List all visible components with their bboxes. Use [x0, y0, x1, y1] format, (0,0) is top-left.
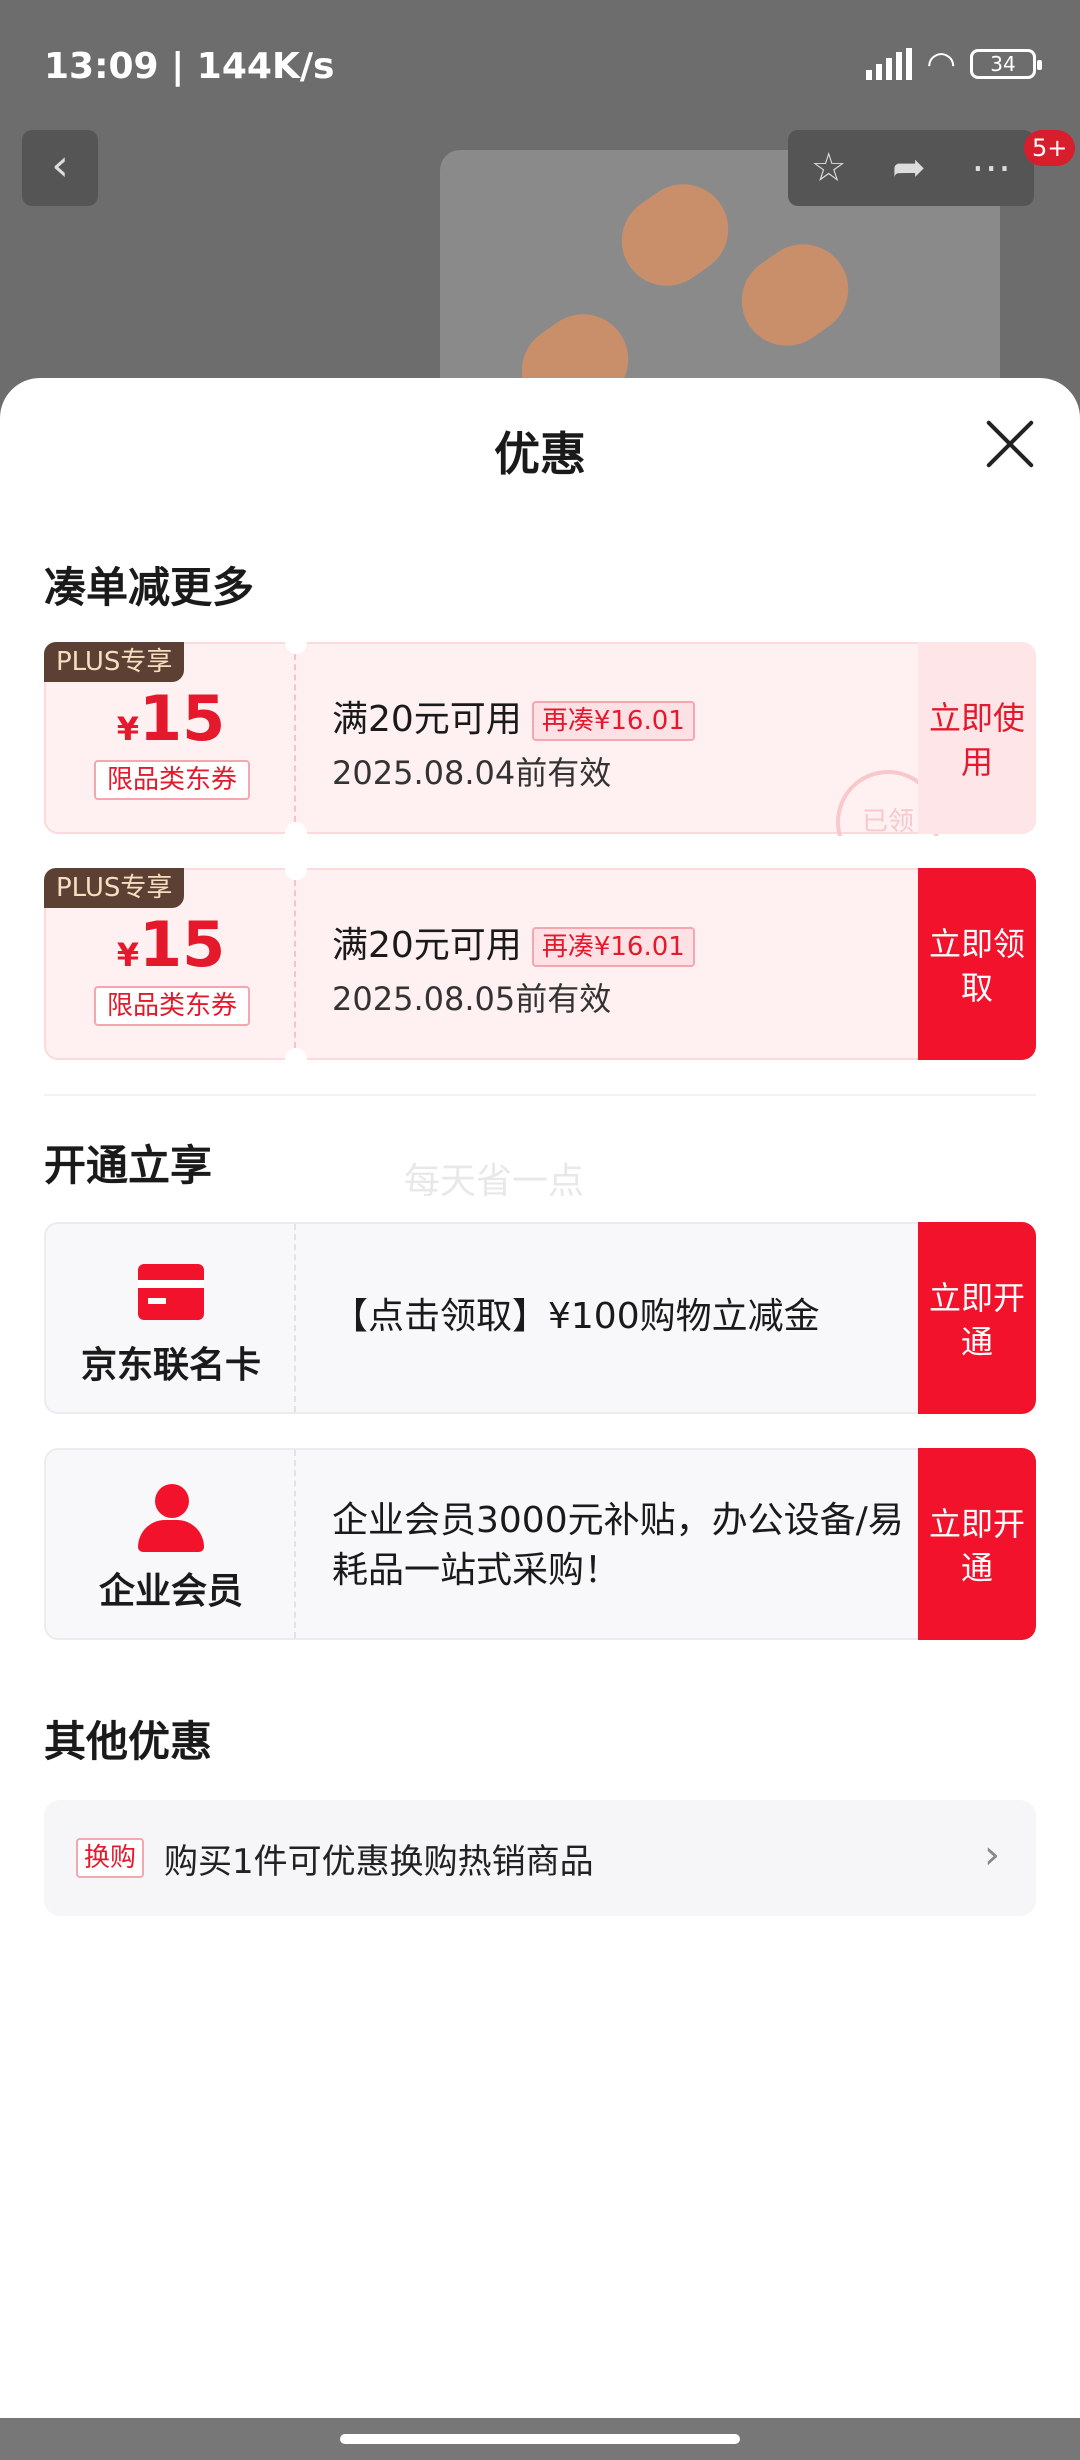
wifi-icon: ◠ [926, 44, 956, 84]
coupon-category: 限品类东券 [94, 760, 250, 800]
section-title-open: 开通立享 [44, 1141, 213, 1190]
coupon-price: ¥15 [46, 908, 296, 981]
trade-in-offer-row[interactable]: 换购 购买1件可优惠换购热销商品 › [44, 1800, 1036, 1916]
co-branded-card-offer[interactable]: 京东联名卡 【点击领取】¥100购物立减金 立即开通 [44, 1222, 1036, 1414]
chevron-right-icon: › [984, 1832, 1000, 1878]
more-icon[interactable]: ⋯ [971, 145, 1011, 191]
condition-text: 满20元可用 [332, 925, 522, 966]
ticket-notch [285, 858, 307, 880]
trade-in-text: 购买1件可优惠换购热销商品 [164, 1842, 594, 1882]
claim-now-button[interactable]: 立即领取 [918, 868, 1036, 1060]
status-icons: ◠ 34 [866, 44, 1042, 84]
coupon-expiry: 2025.08.04前有效 [332, 754, 612, 792]
coupon-card: PLUS专享 ¥15 限品类东券 满20元可用 再凑¥16.01 2025.08.… [44, 858, 1036, 1070]
section-divider [44, 1094, 1036, 1096]
coupon-card: PLUS专享 ¥15 限品类东券 满20元可用 再凑¥16.01 2025.08.… [44, 632, 1036, 844]
use-now-button[interactable]: 立即使用 [918, 642, 1036, 834]
coupon-left: PLUS专享 ¥15 限品类东券 [44, 642, 296, 832]
sheet-title: 优惠 [494, 427, 586, 481]
section-title-more: 凑单减更多 [44, 563, 255, 612]
coupon-amount: 15 [138, 682, 226, 755]
credit-card-icon [138, 1264, 204, 1320]
add-more-tag: 再凑¥16.01 [531, 701, 695, 741]
product-pad [604, 166, 746, 304]
ticket-notch [285, 1048, 307, 1070]
discount-sheet: 优惠 凑单减更多 PLUS专享 ¥15 限品类东券 满20元可用 再凑¥16.01… [0, 378, 1080, 2418]
enterprise-member-offer[interactable]: 企业会员 企业会员3000元补贴，办公设备/易耗品一站式采购！ 立即开通 [44, 1448, 1036, 1640]
currency-symbol: ¥ [116, 936, 139, 974]
signal-icon [866, 48, 913, 80]
condition-text: 满20元可用 [332, 699, 522, 740]
activate-button[interactable]: 立即开通 [918, 1448, 1036, 1640]
status-bar: 13:09 | 144K/s ◠ 34 [0, 0, 1080, 130]
coupon-amount: 15 [138, 908, 226, 981]
battery-icon: 34 [970, 49, 1042, 79]
message-badge: 5+ [1024, 130, 1076, 166]
coupon-price: ¥15 [46, 682, 296, 755]
coupon-left: PLUS专享 ¥15 限品类东券 [44, 868, 296, 1058]
coupon-condition: 满20元可用 再凑¥16.01 [332, 690, 695, 742]
coupon-condition: 满20元可用 再凑¥16.01 [332, 916, 695, 968]
back-button[interactable]: ‹ [22, 130, 98, 206]
ticket-notch [285, 822, 307, 844]
offer-description: 【点击领取】¥100购物立减金 [332, 1296, 820, 1337]
offer-description: 企业会员3000元补贴，办公设备/易耗品一站式采购！ [332, 1500, 904, 1591]
plus-exclusive-badge: PLUS专享 [44, 868, 185, 908]
offer-label: 京东联名卡 [80, 1345, 261, 1386]
offer-label: 企业会员 [98, 1571, 243, 1612]
trade-in-tag: 换购 [76, 1838, 145, 1878]
watermark-text: 每天省一点 [404, 1161, 585, 1202]
coupon-expiry: 2025.08.05前有效 [332, 980, 612, 1018]
plus-exclusive-badge: PLUS专享 [44, 642, 185, 682]
activate-button[interactable]: 立即开通 [918, 1222, 1036, 1414]
coupon-category: 限品类东券 [94, 986, 250, 1026]
nav-actions: ☆ ➦ ⋯ [788, 130, 1034, 206]
home-indicator[interactable] [340, 2434, 740, 2444]
offer-left: 京东联名卡 [46, 1224, 296, 1412]
ticket-notch [285, 632, 307, 654]
share-icon[interactable]: ➦ [892, 145, 926, 191]
product-pad [724, 226, 866, 364]
offer-left: 企业会员 [46, 1450, 296, 1638]
currency-symbol: ¥ [116, 710, 139, 748]
close-button[interactable] [984, 418, 1036, 470]
person-icon [138, 1484, 204, 1552]
status-time: 13:09 | 144K/s [44, 46, 335, 87]
section-title-other: 其他优惠 [44, 1717, 213, 1766]
favorite-star-icon[interactable]: ☆ [811, 145, 847, 191]
add-more-tag: 再凑¥16.01 [531, 927, 695, 967]
